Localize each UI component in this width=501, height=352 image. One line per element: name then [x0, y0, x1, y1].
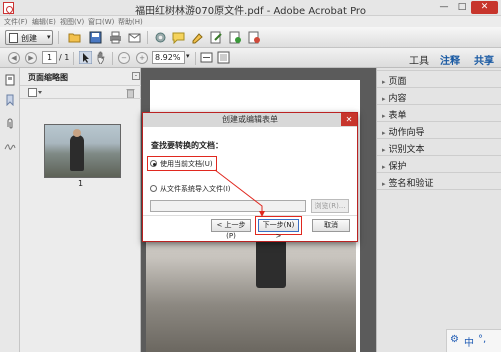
- main-toolbar: 创建 ▾: [0, 27, 501, 48]
- bookmark-icon[interactable]: [4, 94, 16, 106]
- toolbar-divider: [58, 31, 59, 44]
- browse-button[interactable]: 浏览(R)...: [311, 199, 349, 213]
- create-label: 创建: [21, 34, 37, 43]
- comment-tab[interactable]: 注释: [440, 52, 460, 67]
- menu-window[interactable]: 窗口(W): [88, 17, 114, 27]
- panel-title: 页面缩略图: [28, 73, 68, 82]
- panel-divider: [377, 155, 501, 156]
- thumbnail-options-icon[interactable]: [28, 88, 42, 97]
- back-button[interactable]: < 上一步(P): [211, 219, 251, 240]
- email-icon[interactable]: [128, 31, 141, 44]
- fit-page-icon[interactable]: [217, 51, 230, 64]
- save-icon[interactable]: [89, 31, 102, 44]
- radio-import-file[interactable]: [150, 185, 157, 192]
- ime-mode[interactable]: 中: [464, 334, 474, 349]
- minimize-button[interactable]: —: [437, 1, 451, 14]
- page-thumbnails-icon[interactable]: [4, 74, 16, 86]
- option-use-current-label[interactable]: 使用当前文档(U): [160, 159, 213, 169]
- maximize-button[interactable]: □: [455, 1, 469, 14]
- zoom-level-input[interactable]: 8.92%: [152, 51, 185, 64]
- panel-section-recognize-text[interactable]: 识别文本: [382, 142, 425, 155]
- toolbar-divider: [195, 52, 196, 65]
- next-page-button[interactable]: ▶: [25, 52, 37, 64]
- panel-divider: [377, 189, 501, 190]
- prev-page-button[interactable]: ◀: [8, 52, 20, 64]
- attachment-icon[interactable]: [4, 118, 16, 130]
- tools-tab[interactable]: 工具: [409, 52, 429, 67]
- title-bar: 福田红树林游070原文件.pdf - Adobe Acrobat Pro — □…: [0, 0, 501, 17]
- page-number-input[interactable]: 1: [42, 51, 57, 64]
- window-title: 福田红树林游070原文件.pdf - Adobe Acrobat Pro: [135, 6, 366, 17]
- tools-panel: 页面 内容 表单 动作向导 识别文本 保护 签名和验证: [376, 68, 501, 352]
- radio-use-current[interactable]: [150, 160, 157, 167]
- toolbar-divider: [73, 52, 74, 65]
- trash-icon[interactable]: [126, 88, 135, 98]
- share-doc-icon[interactable]: [248, 31, 261, 44]
- panel-section-action-wizard[interactable]: 动作向导: [382, 125, 425, 138]
- navigation-toolbar: ◀ ▶ 1 / 1 − + 8.92% ▾ 工具 注释 共享: [0, 48, 501, 68]
- menu-file[interactable]: 文件(F): [4, 17, 28, 27]
- ime-logo-icon[interactable]: ⚙: [450, 334, 459, 345]
- menu-edit[interactable]: 编辑(E): [32, 17, 56, 27]
- create-button[interactable]: 创建 ▾: [5, 30, 53, 45]
- panel-options-button[interactable]: -: [132, 72, 140, 80]
- menu-view[interactable]: 视图(V): [60, 17, 84, 27]
- zoom-in-button[interactable]: +: [136, 52, 148, 64]
- panel-section-protection[interactable]: 保护: [382, 159, 407, 172]
- page-total: / 1: [59, 53, 70, 62]
- cancel-button[interactable]: 取消: [312, 219, 350, 232]
- gear-icon[interactable]: [154, 31, 167, 44]
- panel-divider: [377, 104, 501, 105]
- share-tab[interactable]: 共享: [474, 52, 494, 67]
- option-import-label[interactable]: 从文件系统导入文件(I): [160, 184, 231, 194]
- dialog-close-button[interactable]: ✕: [341, 113, 357, 126]
- chevron-down-icon: ▾: [47, 33, 51, 41]
- thumbnail-toolbar: [20, 85, 141, 99]
- print-icon[interactable]: [109, 31, 122, 44]
- sign-icon[interactable]: [210, 31, 223, 44]
- toolbar-divider: [147, 31, 148, 44]
- comment-bubble-icon[interactable]: [172, 31, 185, 44]
- hand-tool-icon[interactable]: [95, 51, 108, 64]
- thumbnail-page-number: 1: [78, 179, 84, 188]
- create-icon: [9, 33, 18, 43]
- menu-bar: 文件(F) 编辑(E) 视图(V) 窗口(W) 帮助(H): [0, 16, 501, 27]
- page-thumbnail[interactable]: [44, 124, 121, 178]
- panel-divider: [377, 172, 501, 173]
- file-path-input[interactable]: [150, 200, 306, 212]
- thumbnail-person: [70, 135, 84, 171]
- panel-divider: [377, 87, 501, 88]
- panel-section-pages[interactable]: 页面: [382, 74, 407, 87]
- dialog-divider: [143, 215, 357, 216]
- thumbnail-face: [73, 129, 81, 137]
- ime-toolbar: ⚙ 中 °,: [446, 329, 501, 352]
- dialog-heading: 查找要转换的文档：: [151, 141, 223, 150]
- panel-divider: [377, 70, 501, 71]
- fit-width-icon[interactable]: [200, 51, 213, 64]
- menu-help[interactable]: 帮助(H): [118, 17, 143, 27]
- select-cursor-icon[interactable]: [79, 51, 92, 64]
- panel-section-sign-verify[interactable]: 签名和验证: [382, 176, 434, 189]
- dialog-title: 创建或编辑表单: [143, 113, 357, 127]
- chevron-down-icon[interactable]: ▾: [186, 52, 190, 60]
- signature-icon[interactable]: [4, 140, 16, 152]
- open-folder-icon[interactable]: [68, 31, 81, 44]
- panel-divider: [377, 121, 501, 122]
- thumbnail-panel: 页面缩略图 - 1: [20, 68, 141, 352]
- toolbar-divider: [112, 52, 113, 65]
- navigation-pane-bar: [0, 68, 20, 352]
- create-form-dialog: 创建或编辑表单 ✕ 查找要转换的文档： 使用当前文档(U) 从文件系统导入文件(…: [142, 112, 358, 242]
- next-button[interactable]: 下一步(N) >: [258, 219, 299, 240]
- highlight-icon[interactable]: [191, 31, 204, 44]
- ime-punctuation[interactable]: °,: [478, 334, 486, 345]
- panel-section-content[interactable]: 内容: [382, 91, 407, 104]
- stamp-icon[interactable]: [229, 31, 242, 44]
- close-window-button[interactable]: ✕: [471, 1, 498, 14]
- zoom-out-button[interactable]: −: [118, 52, 130, 64]
- panel-section-forms[interactable]: 表单: [382, 108, 407, 121]
- panel-divider: [377, 138, 501, 139]
